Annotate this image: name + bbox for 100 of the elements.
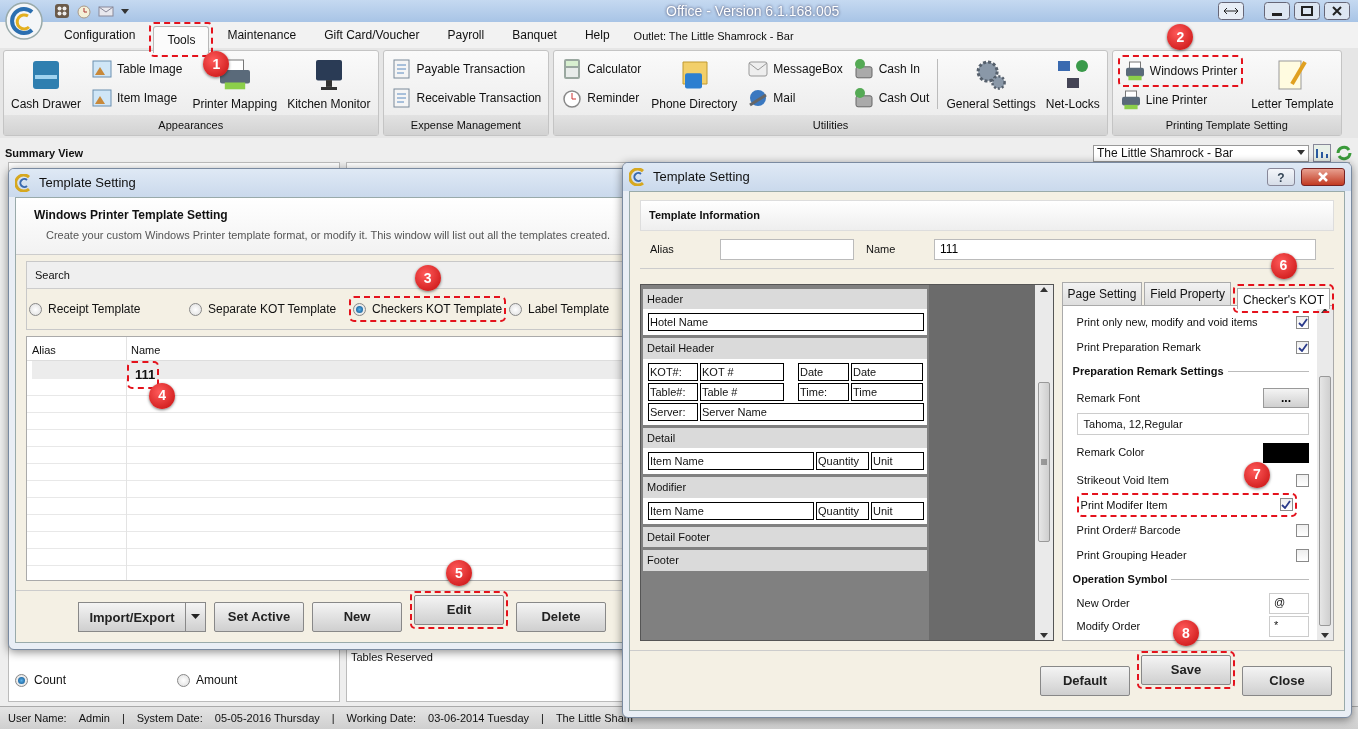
checkbox[interactable] xyxy=(1296,473,1309,487)
ribbon-button[interactable]: Line Printer xyxy=(1117,88,1244,113)
color-swatch[interactable] xyxy=(1263,442,1309,463)
tab[interactable]: Checker's KOT xyxy=(1237,287,1330,309)
input-field[interactable]: @ xyxy=(1269,592,1309,614)
dialog-title: Template Setting xyxy=(653,168,750,187)
dialog-button[interactable]: Delete xyxy=(516,601,606,632)
ribbon-button[interactable]: Windows Printer xyxy=(1121,59,1240,84)
section-label: Detail Footer xyxy=(643,526,927,547)
checkbox[interactable] xyxy=(1296,523,1309,537)
column-header: Name xyxy=(130,342,161,358)
radio-button[interactable]: Separate KOT Template xyxy=(189,300,337,318)
template-field[interactable]: Time: xyxy=(798,382,849,401)
ribbon-button[interactable]: Payable Transaction xyxy=(388,57,544,82)
option-label: Print Modifer Item xyxy=(1080,497,1168,513)
section-label: Footer xyxy=(643,550,927,571)
radio-button[interactable]: Label Template xyxy=(509,300,610,318)
template-field[interactable]: Table # xyxy=(700,382,784,401)
template-field[interactable]: Item Name xyxy=(648,452,814,470)
template-field[interactable]: Quantity xyxy=(816,452,869,470)
template-field[interactable]: Item Name xyxy=(648,501,814,520)
ribbon-button[interactable]: Table Image xyxy=(89,57,185,82)
dialog-button[interactable]: Edit xyxy=(414,595,504,625)
option-label: New Order xyxy=(1076,595,1130,611)
template-field[interactable]: Date xyxy=(851,362,923,381)
clock-icon xyxy=(76,3,92,19)
dialog-button[interactable]: Default xyxy=(1040,665,1130,696)
template-field[interactable]: Table#: xyxy=(648,382,698,401)
ribbon-button[interactable]: Phone Directory xyxy=(649,55,740,113)
section-label: Header xyxy=(643,288,927,309)
close-button[interactable] xyxy=(1301,168,1345,186)
scrollbar[interactable] xyxy=(1317,305,1333,640)
checkbox[interactable] xyxy=(1279,498,1293,512)
template-field[interactable]: KOT # xyxy=(700,362,784,381)
template-field[interactable]: Hotel Name xyxy=(648,313,924,331)
input-field[interactable]: 111 xyxy=(934,238,1316,260)
radio-button[interactable]: Count xyxy=(15,671,177,689)
ribbon-button[interactable]: Cash Out xyxy=(850,86,932,111)
menu-tab[interactable]: Gift Card/Voucher xyxy=(310,21,434,48)
scrollbar[interactable] xyxy=(1034,284,1053,640)
dropdown-icon xyxy=(120,6,130,16)
ribbon-button[interactable]: Cash In xyxy=(850,57,932,82)
template-field[interactable]: Server: xyxy=(648,402,698,421)
radio-button[interactable]: Receipt Template xyxy=(29,300,141,318)
dropdown-value: The Little Shamrock - Bar xyxy=(1097,145,1234,162)
menu-tab[interactable]: Configuration xyxy=(50,21,150,48)
menu-tab[interactable]: Payroll xyxy=(433,21,499,48)
field-label: Name xyxy=(866,241,897,257)
ribbon-button[interactable]: Reminder xyxy=(559,86,644,111)
field-label: Alias xyxy=(650,241,675,257)
template-field[interactable]: Date xyxy=(798,362,849,381)
checkbox[interactable] xyxy=(1296,340,1309,354)
template-field[interactable]: KOT#: xyxy=(648,362,698,381)
radio-button[interactable]: Checkers KOT Template xyxy=(353,300,503,318)
caret-icon xyxy=(1297,150,1305,156)
printer-icon xyxy=(1123,60,1146,83)
document-icon xyxy=(390,58,413,81)
ribbon-button[interactable]: Net-Locks xyxy=(1043,55,1102,113)
section-title: Summary View xyxy=(5,145,84,161)
template-field[interactable]: Server Name xyxy=(700,402,924,421)
checkbox[interactable] xyxy=(1296,548,1309,562)
menu-tab[interactable]: Banquet xyxy=(498,21,571,48)
refresh-icon xyxy=(1335,144,1353,162)
menu-tab[interactable]: Help xyxy=(570,21,624,48)
ribbon-button[interactable]: Mail xyxy=(745,86,845,111)
menu-tab[interactable]: Maintenance xyxy=(213,21,311,48)
radio-button[interactable]: Amount xyxy=(177,671,339,689)
help-button[interactable]: ? xyxy=(1267,168,1295,186)
template-field[interactable]: Time xyxy=(851,382,923,401)
text-field[interactable]: Tahoma, 12,Regular xyxy=(1076,412,1309,435)
template-field[interactable]: Unit xyxy=(871,501,924,520)
outlet-dropdown[interactable]: The Little Shamrock - Bar xyxy=(1093,144,1309,162)
browse-button[interactable]: ... xyxy=(1263,388,1309,408)
ribbon-button[interactable]: Calculator xyxy=(559,57,644,82)
template-field[interactable]: Quantity xyxy=(816,501,869,520)
ribbon-button[interactable]: Receivable Transaction xyxy=(388,86,544,111)
ribbon-button[interactable]: MessageBox xyxy=(745,57,845,82)
tab[interactable]: Page Setting xyxy=(1061,281,1143,305)
tab[interactable]: Field Property xyxy=(1144,281,1231,305)
image-icon xyxy=(91,87,114,110)
dialog-button[interactable]: Close xyxy=(1242,665,1332,696)
option-label: Print Preparation Remark xyxy=(1076,339,1201,355)
input-field[interactable]: * xyxy=(1269,615,1309,637)
ribbon-button[interactable]: Kitchen Monitor xyxy=(285,55,373,113)
column-header: Alias xyxy=(31,342,57,358)
ribbon-button[interactable]: Item Image xyxy=(89,86,185,111)
dialog-button[interactable]: Save xyxy=(1141,655,1231,685)
checkbox[interactable] xyxy=(1296,315,1309,329)
status-text: System Date: xyxy=(136,710,203,726)
callout-badge: 7 xyxy=(1244,461,1270,488)
ribbon-button[interactable]: General Settings xyxy=(944,55,1038,113)
input-field[interactable] xyxy=(720,238,854,260)
dialog-button[interactable]: Set Active xyxy=(214,601,304,632)
menu-tab[interactable]: Tools xyxy=(153,26,210,53)
ribbon-button[interactable]: Letter Template xyxy=(1249,55,1336,113)
dialog-button[interactable]: New xyxy=(312,601,402,632)
status-text: 05-05-2016 Thursday xyxy=(214,710,320,726)
template-field[interactable]: Unit xyxy=(871,452,924,470)
ribbon-button[interactable]: Cash Drawer xyxy=(9,55,84,113)
split-button[interactable]: Import/Export xyxy=(78,601,206,632)
